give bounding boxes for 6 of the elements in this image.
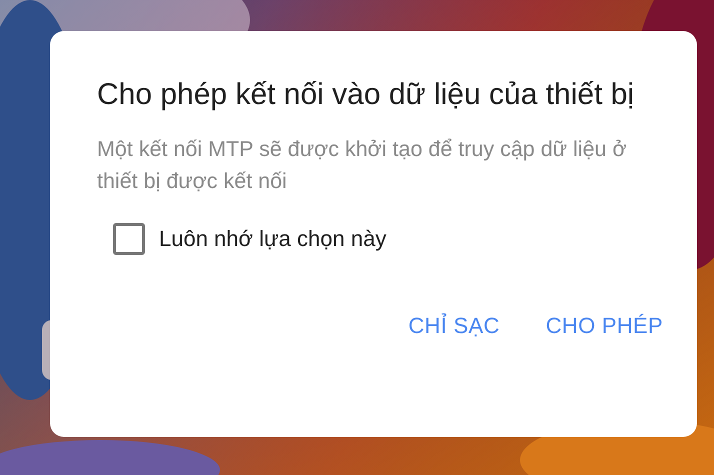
checkbox-label[interactable]: Luôn nhớ lựa chọn này [159,226,386,252]
dialog-button[interactable]: CHO PHÉP [536,305,673,347]
dialog-button[interactable]: CHỈ SẠC [398,305,510,347]
checkbox[interactable] [113,223,145,255]
dialog-title: Cho phép kết nối vào dữ liệu của thiết bị [97,77,636,113]
dialog-message: Một kết nối MTP sẽ được khởi tạo để truy cập dữ liệu ở thiết bị được kết nối [97,136,628,195]
